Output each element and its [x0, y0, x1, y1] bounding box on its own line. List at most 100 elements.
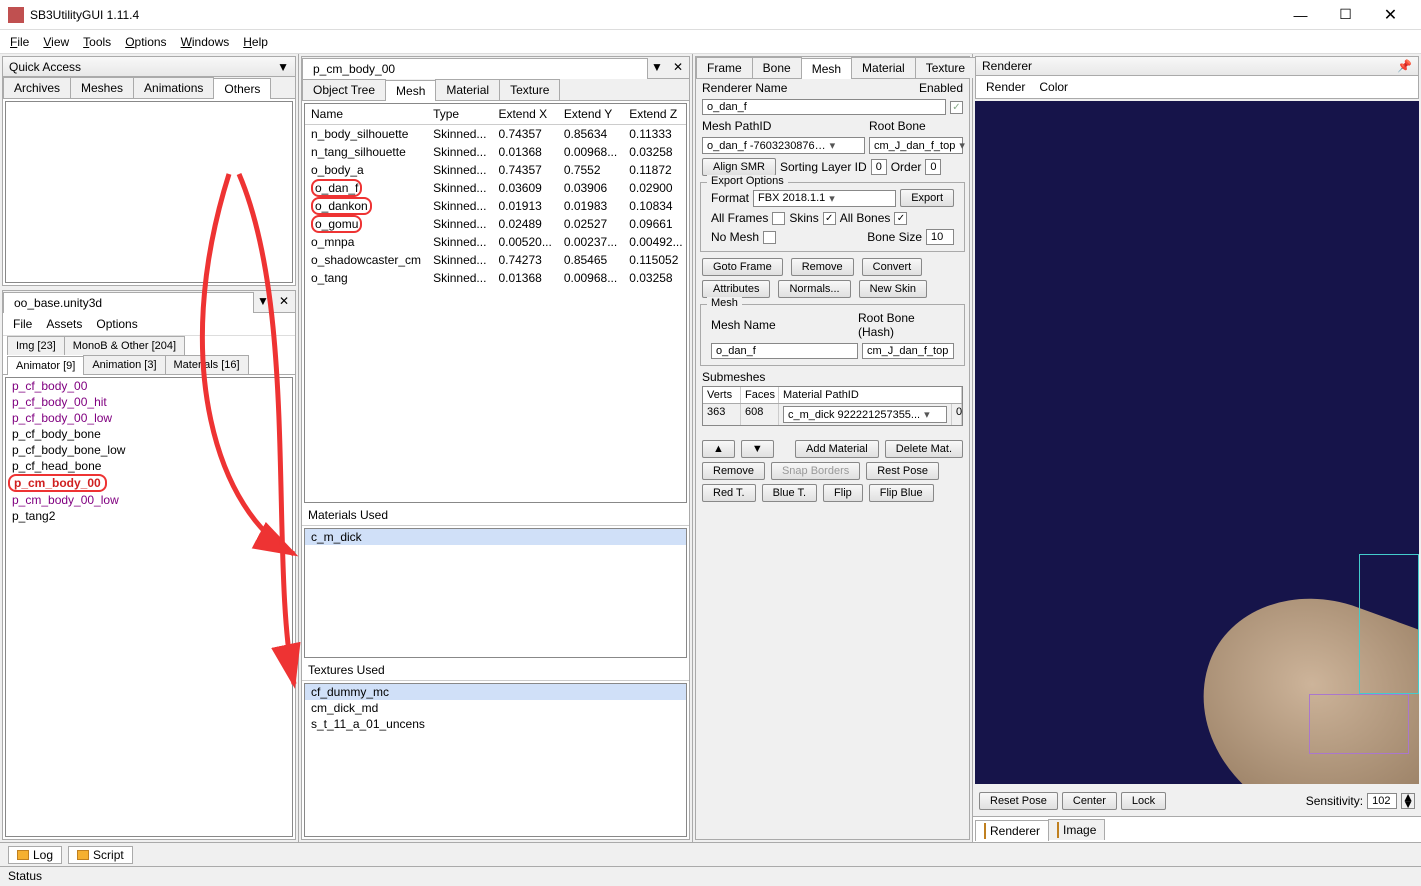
oo-menu-assets[interactable]: Assets — [46, 317, 82, 331]
animator-item[interactable]: p_cf_body_00_hit — [6, 394, 292, 410]
tab-animations[interactable]: Animations — [133, 77, 214, 98]
rtab-mesh[interactable]: Mesh — [801, 58, 852, 79]
animator-item[interactable]: p_tang2 — [6, 508, 292, 524]
menu-file[interactable]: File — [10, 35, 29, 49]
add-material-button[interactable]: Add Material — [795, 440, 879, 458]
texture-item[interactable]: s_t_11_a_01_uncens — [305, 716, 686, 732]
goto-frame-button[interactable]: Goto Frame — [702, 258, 783, 276]
allframes-chk[interactable] — [772, 212, 785, 225]
order-field[interactable]: 0 — [925, 159, 941, 175]
rest-pose-button[interactable]: Rest Pose — [866, 462, 939, 480]
lock-button[interactable]: Lock — [1121, 792, 1166, 810]
allbones-chk[interactable]: ✓ — [894, 212, 907, 225]
animator-item[interactable]: p_cf_head_bone — [6, 458, 292, 474]
newskin-button[interactable]: New Skin — [859, 280, 927, 298]
flip-button[interactable]: Flip — [823, 484, 863, 502]
subtab-animator[interactable]: Animator [9] — [7, 356, 84, 375]
remove2-button[interactable]: Remove — [702, 462, 765, 480]
snap-borders-button[interactable]: Snap Borders — [771, 462, 860, 480]
bonesize-field[interactable]: 10 — [926, 229, 954, 245]
render-viewport[interactable] — [975, 101, 1419, 784]
close-button[interactable]: ✕ — [1368, 1, 1413, 29]
align-smr-button[interactable]: Align SMR — [702, 158, 776, 176]
skins-chk[interactable]: ✓ — [823, 212, 836, 225]
oo-menu-options[interactable]: Options — [96, 317, 137, 331]
mid-dropdown[interactable]: ▼ — [647, 57, 667, 78]
reset-pose-button[interactable]: Reset Pose — [979, 792, 1058, 810]
subtab-mono[interactable]: MonoB & Other [204] — [64, 336, 185, 355]
root-hash-field[interactable]: cm_J_dan_f_top — [862, 343, 954, 359]
rootbone-select[interactable]: cm_J_dan_f_top — [869, 137, 963, 154]
render-menu-render[interactable]: Render — [986, 80, 1025, 94]
mesh-row[interactable]: o_mnpaSkinned...0.00520...0.00237...0.00… — [305, 233, 687, 251]
mesh-row[interactable]: o_dankonSkinned...0.019130.019830.10834 — [305, 197, 687, 215]
normals-button[interactable]: Normals... — [778, 280, 850, 298]
rtab-frame[interactable]: Frame — [696, 57, 753, 78]
texture-item[interactable]: cm_dick_md — [305, 700, 686, 716]
convert-button[interactable]: Convert — [862, 258, 923, 276]
delete-material-button[interactable]: Delete Mat. — [885, 440, 963, 458]
mesh-table[interactable]: Name Type Extend X Extend Y Extend Z n_b… — [305, 104, 687, 287]
enabled-checkbox[interactable]: ✓ — [950, 101, 963, 114]
mesh-row[interactable]: o_dan_fSkinned...0.036090.039060.02900 — [305, 179, 687, 197]
menu-tools[interactable]: Tools — [83, 35, 111, 49]
center-button[interactable]: Center — [1062, 792, 1117, 810]
renderer-name-field[interactable]: o_dan_f — [702, 99, 946, 115]
tab-mesh[interactable]: Mesh — [385, 80, 436, 101]
mesh-row[interactable]: n_tang_silhouetteSkinned...0.013680.0096… — [305, 143, 687, 161]
material-item[interactable]: c_m_dick — [305, 529, 686, 545]
up-button[interactable]: ▲ — [702, 440, 735, 458]
tab-material[interactable]: Material — [435, 79, 500, 100]
menu-help[interactable]: Help — [243, 35, 268, 49]
render-menu-color[interactable]: Color — [1039, 80, 1068, 94]
minimize-button[interactable]: — — [1278, 1, 1323, 29]
log-button[interactable]: Log — [8, 846, 62, 864]
mesh-row[interactable]: o_gomuSkinned...0.024890.025270.09661 — [305, 215, 687, 233]
quick-access-dropdown[interactable]: ▼ — [277, 60, 289, 74]
rtab-image[interactable]: Image — [1048, 819, 1105, 840]
sensitivity-field[interactable]: 102 — [1367, 793, 1397, 809]
oo-base-close[interactable]: ✕ — [273, 291, 295, 312]
nomesh-chk[interactable] — [763, 231, 776, 244]
animator-item[interactable]: p_cm_body_00_low — [6, 492, 292, 508]
format-select[interactable]: FBX 2018.1.1 — [753, 190, 896, 207]
pin-icon[interactable]: 📌 — [1397, 59, 1412, 73]
export-button[interactable]: Export — [900, 189, 954, 207]
down-button[interactable]: ▼ — [741, 440, 774, 458]
sens-down[interactable]: ▼ — [1402, 801, 1414, 808]
sorting-layer-field[interactable]: 0 — [871, 159, 887, 175]
animator-item[interactable]: p_cf_body_00_low — [6, 410, 292, 426]
tab-texture[interactable]: Texture — [499, 79, 560, 100]
menu-options[interactable]: Options — [125, 35, 166, 49]
animator-item[interactable]: p_cf_body_bone — [6, 426, 292, 442]
mesh-row[interactable]: n_body_silhouetteSkinned...0.743570.8563… — [305, 125, 687, 144]
mesh-name-field[interactable]: o_dan_f — [711, 343, 858, 359]
attributes-button[interactable]: Attributes — [702, 280, 770, 298]
subtab-materials[interactable]: Materials [16] — [165, 355, 249, 374]
blue-t-button[interactable]: Blue T. — [762, 484, 817, 502]
submesh-mat-select[interactable]: c_m_dick 922221257355... — [783, 406, 947, 423]
subtab-animation[interactable]: Animation [3] — [83, 355, 165, 374]
rtab-bone[interactable]: Bone — [752, 57, 802, 78]
remove-button[interactable]: Remove — [791, 258, 854, 276]
mesh-row[interactable]: o_shadowcaster_cmSkinned...0.742730.8546… — [305, 251, 687, 269]
menu-windows[interactable]: Windows — [181, 35, 230, 49]
menu-view[interactable]: View — [43, 35, 69, 49]
mid-close[interactable]: ✕ — [667, 57, 689, 78]
animator-list[interactable]: p_cf_body_00p_cf_body_00_hitp_cf_body_00… — [5, 377, 293, 837]
animator-item[interactable]: p_cm_body_00 — [8, 474, 107, 492]
tab-archives[interactable]: Archives — [3, 77, 71, 98]
tab-object-tree[interactable]: Object Tree — [302, 79, 386, 100]
oo-base-dropdown[interactable]: ▼ — [253, 291, 273, 312]
script-button[interactable]: Script — [68, 846, 133, 864]
animator-item[interactable]: p_cf_body_bone_low — [6, 442, 292, 458]
maximize-button[interactable]: ☐ — [1323, 1, 1368, 29]
texture-item[interactable]: cf_dummy_mc — [305, 684, 686, 700]
tab-others[interactable]: Others — [213, 78, 271, 99]
subtab-img[interactable]: Img [23] — [7, 336, 65, 355]
animator-item[interactable]: p_cf_body_00 — [6, 378, 292, 394]
red-t-button[interactable]: Red T. — [702, 484, 756, 502]
rtab-renderer[interactable]: Renderer — [975, 820, 1049, 841]
pathid-select[interactable]: o_dan_f -7603230876… — [702, 137, 865, 154]
mesh-row[interactable]: o_body_aSkinned...0.743570.75520.11872 — [305, 161, 687, 179]
